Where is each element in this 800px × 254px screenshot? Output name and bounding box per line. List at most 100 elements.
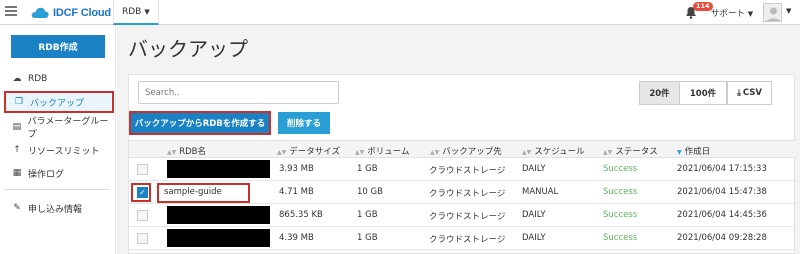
handshake-icon: ✎ — [13, 203, 21, 213]
cell-created: 2021/06/04 15:47:38 — [677, 187, 767, 197]
table-header: ▲▼ RDB名 ▲▼ データサイズ ▲▼ ボリューム ▲▼ バックアップ先 ▲▼ スケジュ… — [129, 140, 796, 158]
support-label: サポート — [711, 9, 746, 19]
column-header-status[interactable]: ▲▼ ステータス — [603, 145, 658, 157]
sidebar-item-rdb[interactable]: ☁ RDB — [4, 68, 114, 90]
sidebar-item-label: 操作ログ — [28, 169, 65, 180]
cell-volume: 1 GB — [357, 164, 378, 174]
cell-schedule: DAILY — [522, 164, 546, 174]
cell-schedule: DAILY — [522, 233, 546, 243]
sort-descending-icon: ▼ — [677, 149, 682, 156]
redacted-name — [167, 206, 270, 224]
sort-icon: ▲▼ — [167, 149, 177, 156]
sidebar-item-application-info[interactable]: ✎ 申し込み情報 — [4, 197, 114, 219]
column-header-rdb-name[interactable]: ▲▼ RDB名 — [167, 145, 206, 157]
cell-destination: クラウドストレージ — [429, 166, 506, 176]
csv-download-button[interactable]: ⤓ CSV — [727, 81, 772, 105]
cell-status: Success — [603, 164, 638, 174]
row-checkbox[interactable] — [137, 210, 148, 221]
sort-icon: ▲▼ — [355, 149, 365, 156]
redacted-name — [167, 160, 270, 178]
sidebar-divider — [5, 189, 110, 190]
cell-created: 2021/06/04 14:45:36 — [677, 210, 767, 220]
row-checkbox[interactable] — [137, 233, 148, 244]
sidebar-item-label: RDB — [28, 74, 48, 84]
cell-created: 2021/06/04 17:15:33 — [677, 164, 767, 174]
page-size-toggle: 20件 100件 — [639, 81, 727, 105]
brand-logo[interactable]: IDCF Cloud — [31, 4, 111, 21]
notification-badge: 114 — [693, 2, 713, 11]
sidebar-item-backup[interactable]: ❐ バックアップ — [4, 91, 114, 113]
copy-icon: ❐ — [14, 97, 24, 107]
page-size-100-button[interactable]: 100件 — [680, 81, 727, 105]
product-menu-label: RDB — [122, 6, 142, 17]
search-input[interactable] — [138, 81, 339, 104]
chevron-down-icon[interactable]: ▼ — [786, 7, 791, 15]
hamburger-menu-icon[interactable] — [5, 6, 17, 18]
avatar[interactable] — [763, 3, 782, 22]
cell-name: sample-guide — [164, 187, 222, 197]
product-menu-rdb[interactable]: RDB ▼ — [113, 0, 159, 25]
cell-schedule: DAILY — [522, 210, 546, 220]
column-header-data-size[interactable]: ▲▼ データサイズ — [277, 145, 340, 157]
cell-size: 3.93 MB — [279, 164, 314, 174]
cell-size: 865.35 KB — [279, 210, 323, 220]
column-header-schedule[interactable]: ▲▼ スケジュール — [522, 145, 585, 157]
cell-volume: 1 GB — [357, 233, 378, 243]
sidebar-item-label: 申し込み情報 — [28, 204, 83, 215]
sidebar-item-label: バックアップ — [30, 98, 85, 109]
sidebar-item-operation-log[interactable]: ▦ 操作ログ — [4, 162, 114, 184]
cell-volume: 1 GB — [357, 210, 378, 220]
document-icon: ▦ — [12, 168, 22, 178]
page-title: バックアップ — [128, 37, 248, 61]
create-rdb-button[interactable]: RDB作成 — [11, 35, 105, 58]
cell-destination: クラウドストレージ — [429, 235, 506, 245]
column-header-created-date[interactable]: ▼ 作成日 — [677, 145, 710, 157]
sort-icon: ▲▼ — [522, 149, 532, 156]
cell-size: 4.71 MB — [279, 187, 314, 197]
chevron-down-icon: ▼ — [747, 10, 754, 18]
table-row[interactable]: 865.35 KB 1 GB クラウドストレージ DAILY Success 2… — [129, 204, 796, 227]
cell-status: Success — [603, 210, 638, 220]
sort-icon: ▲▼ — [603, 149, 613, 156]
column-header-backup-destination[interactable]: ▲▼ バックアップ先 — [430, 145, 502, 157]
backup-table: ▲▼ RDB名 ▲▼ データサイズ ▲▼ ボリューム ▲▼ バックアップ先 ▲▼ スケジュ… — [129, 140, 796, 250]
cell-size: 4.39 MB — [279, 233, 314, 243]
table-row[interactable]: 4.39 MB 1 GB クラウドストレージ DAILY Success 202… — [129, 227, 796, 250]
cell-schedule: MANUAL — [522, 187, 559, 197]
create-rdb-from-backup-button[interactable]: バックアップからRDBを作成する — [129, 111, 271, 135]
sidebar-item-label: パラメーターグループ — [27, 117, 109, 140]
cell-status: Success — [603, 233, 638, 243]
sidebar-item-resource-limit[interactable]: ↑ リソースリミット — [4, 139, 114, 161]
backup-panel: 20件 100件 ⤓ CSV バックアップからRDBを作成する 削除する ▲▼R… — [128, 74, 796, 254]
cell-volume: 10 GB — [357, 187, 383, 197]
sidebar: RDB作成 ☁ RDB ❐ バックアップ ▤ パラメーターグループ ↑ リソース… — [0, 25, 116, 254]
sort-icon: ▲▼ — [430, 149, 440, 156]
support-menu[interactable]: サポート ▼ — [711, 7, 753, 19]
cloud-logo-icon — [31, 7, 49, 18]
cell-status: Success — [603, 187, 638, 197]
csv-label: CSV — [742, 88, 762, 98]
sidebar-item-parameter-group[interactable]: ▤ パラメーターグループ — [4, 116, 114, 140]
download-icon: ⤓ — [737, 88, 741, 98]
row-checkbox[interactable] — [137, 164, 148, 175]
cell-destination: クラウドストレージ — [429, 189, 506, 199]
brand-name: IDCF Cloud — [53, 6, 111, 19]
cloud-icon: ☁ — [12, 74, 22, 84]
table-row[interactable]: ✓ sample-guide 4.71 MB 10 GB クラウドストレージ M… — [129, 181, 796, 204]
chevron-down-icon: ▼ — [144, 7, 150, 16]
row-checkbox-checked[interactable]: ✓ — [137, 187, 148, 198]
table-row[interactable]: 3.93 MB 1 GB クラウドストレージ DAILY Success 202… — [129, 158, 796, 181]
page-size-20-button[interactable]: 20件 — [639, 81, 680, 105]
cell-destination: クラウドストレージ — [429, 212, 506, 222]
main-content: バックアップ 20件 100件 ⤓ CSV バックアップからRDBを作成する 削… — [117, 25, 800, 254]
top-header: IDCF Cloud RDB ▼ 114 サポート ▼ ▼ — [0, 0, 800, 25]
user-silhouette-icon — [766, 7, 781, 21]
list-icon: ▤ — [12, 122, 22, 132]
arrow-up-icon: ↑ — [13, 145, 21, 155]
sidebar-item-label: リソースリミット — [28, 146, 100, 157]
sort-icon: ▲▼ — [277, 149, 287, 156]
redacted-name — [167, 229, 270, 247]
cell-created: 2021/06/04 09:28:28 — [677, 233, 767, 243]
delete-button[interactable]: 削除する — [278, 112, 330, 134]
column-header-volume[interactable]: ▲▼ ボリューム — [355, 145, 409, 157]
